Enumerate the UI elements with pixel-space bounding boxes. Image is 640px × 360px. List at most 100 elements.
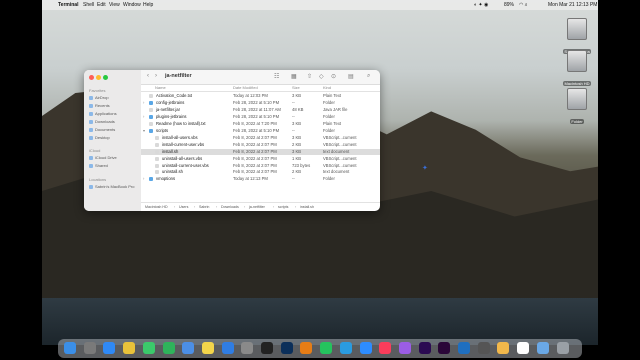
menu-app-name[interactable]: Terminal bbox=[58, 0, 78, 10]
path-separator-icon: › bbox=[295, 205, 297, 209]
desktop: Terminal Shell Edit View Window Help ◐ ✦… bbox=[42, 0, 598, 345]
drive-icon bbox=[567, 18, 587, 40]
disclosure-triangle-icon[interactable]: ▾ bbox=[143, 128, 145, 134]
view-options-icon[interactable]: ☷ bbox=[274, 73, 279, 80]
telegram-icon[interactable] bbox=[339, 342, 352, 354]
file-date: Feb 8, 2022 at 2:07 PM bbox=[233, 134, 277, 140]
sidebar-item-label: Documents bbox=[95, 127, 116, 132]
more-icon[interactable]: ⊙ bbox=[331, 73, 336, 80]
file-kind: VBScript...cument bbox=[323, 141, 357, 147]
photos-icon[interactable] bbox=[497, 342, 510, 354]
path-segment[interactable]: scripts bbox=[278, 203, 288, 211]
vscode-icon[interactable] bbox=[458, 342, 470, 354]
disclosure-triangle-icon[interactable]: › bbox=[143, 100, 144, 106]
system-preferences-icon[interactable] bbox=[241, 342, 254, 354]
mail-icon[interactable] bbox=[182, 342, 195, 354]
path-segment[interactable]: Users bbox=[179, 203, 188, 211]
file-icon bbox=[155, 142, 159, 147]
file-row[interactable]: uninstall-all-users.vbs Feb 8, 2022 at 2:… bbox=[141, 156, 380, 162]
file-row[interactable]: Readme (how to install).txt Feb 8, 2022 a… bbox=[141, 121, 380, 127]
file-row[interactable]: install.sh Feb 8, 2022 at 2:07 PM 3 KB text… bbox=[141, 148, 380, 155]
path-separator-icon: › bbox=[273, 205, 275, 209]
column-kind[interactable]: Kind bbox=[323, 85, 331, 90]
share-icon[interactable]: ⇧ bbox=[307, 73, 312, 80]
ae-icon[interactable] bbox=[418, 342, 431, 354]
column-date[interactable]: Date Modified bbox=[233, 85, 258, 90]
messages-icon[interactable] bbox=[142, 342, 155, 354]
sidebar-item-airdrop[interactable]: AirDrop bbox=[89, 95, 109, 100]
menu-window[interactable]: Window bbox=[123, 0, 141, 10]
wifi-icon[interactable]: ◠ ⌕ bbox=[519, 0, 528, 10]
sidebar-item-shared[interactable]: Shared bbox=[89, 163, 108, 168]
path-segment[interactable]: Macintosh HD bbox=[145, 203, 168, 211]
sidebar-item-label: AirDrop bbox=[95, 95, 109, 100]
folder-row[interactable]: › vmoptions Today at 12:13 PM -- Folder bbox=[141, 176, 380, 182]
tag-icon[interactable]: ◇ bbox=[319, 73, 324, 80]
appstore-icon[interactable] bbox=[221, 342, 234, 354]
disclosure-triangle-icon[interactable]: › bbox=[143, 114, 144, 120]
sidebar-item-icloud-drive[interactable]: iCloud Drive bbox=[89, 155, 117, 160]
trash-icon[interactable] bbox=[556, 342, 569, 354]
facetime-icon[interactable] bbox=[162, 342, 175, 354]
path-segment[interactable]: install.sh bbox=[300, 203, 314, 211]
sidebar-item-applications[interactable]: Applications bbox=[89, 111, 117, 116]
file-row[interactable]: install-current-user.vbs Feb 8, 2022 at 2… bbox=[141, 142, 380, 148]
finder-icon[interactable] bbox=[64, 342, 76, 354]
sidebar-item-documents[interactable]: Documents bbox=[89, 127, 115, 132]
forward-icon[interactable]: › bbox=[155, 73, 157, 79]
file-row[interactable]: Activation_Code.txt Today at 12:03 PM 3 KB… bbox=[141, 93, 380, 99]
folder-row[interactable]: › config-jetbrains Feb 28, 2022 at 5:10 PM… bbox=[141, 100, 380, 106]
control-center-icon[interactable]: ◐ ✦ ◉ bbox=[474, 0, 488, 10]
file-row[interactable]: uninstall-current-user.vbs Feb 8, 2022 at… bbox=[141, 163, 380, 169]
desktop-icon-folder[interactable]: Folder bbox=[563, 88, 591, 128]
sidebar-item-recents[interactable]: Recents bbox=[89, 103, 110, 108]
folder-icon[interactable] bbox=[536, 342, 549, 354]
folder-row[interactable]: ▾ scripts Feb 28, 2022 at 5:10 PM -- Folder bbox=[141, 128, 380, 134]
photoshop-icon[interactable] bbox=[280, 342, 293, 354]
zoom-icon[interactable] bbox=[359, 342, 372, 354]
folder-row[interactable]: › plugins-jetbrains Feb 28, 2022 at 5:10 P… bbox=[141, 114, 380, 120]
path-segment[interactable]: ja-netfilter bbox=[249, 203, 265, 211]
file-size: 723 bytes bbox=[292, 162, 311, 168]
activity-icon[interactable] bbox=[477, 342, 490, 354]
disclosure-triangle-icon[interactable]: › bbox=[143, 176, 144, 182]
group-icon[interactable]: ▦ bbox=[291, 73, 297, 80]
music-icon[interactable] bbox=[379, 342, 392, 354]
sidebar-item-desktop[interactable]: Desktop bbox=[89, 135, 110, 140]
download-icon bbox=[89, 119, 93, 124]
whatsapp-icon[interactable] bbox=[320, 342, 333, 354]
sidebar-item-downloads[interactable]: Downloads bbox=[89, 119, 115, 124]
terminal-icon[interactable] bbox=[261, 342, 273, 354]
menu-view[interactable]: View bbox=[109, 0, 120, 10]
podcasts-icon[interactable] bbox=[398, 342, 411, 354]
search-icon[interactable]: ⌕ bbox=[367, 73, 370, 80]
back-icon[interactable]: ‹ bbox=[147, 73, 149, 79]
file-row[interactable]: uninstall.sh Feb 8, 2022 at 2:07 PM 2 KB te… bbox=[141, 169, 380, 175]
menu-datetime[interactable]: Mon Mar 21 12:13 PM bbox=[548, 0, 597, 10]
menu-help[interactable]: Help bbox=[143, 0, 153, 10]
file-name: vmoptions bbox=[156, 176, 176, 182]
minimize-button[interactable] bbox=[96, 75, 101, 80]
chrome-icon[interactable] bbox=[123, 342, 136, 354]
sidebar-item-macbook[interactable]: Sabrin's MacBook Pro bbox=[89, 184, 134, 189]
calendar-icon[interactable] bbox=[517, 342, 530, 354]
pr-icon[interactable] bbox=[438, 342, 451, 354]
menu-shell[interactable]: Shell bbox=[83, 0, 94, 10]
column-name[interactable]: Name bbox=[155, 85, 166, 90]
sort-icon[interactable]: ▤ bbox=[348, 73, 354, 80]
battery-percent[interactable]: 89% bbox=[504, 0, 514, 10]
menu-edit[interactable]: Edit bbox=[97, 0, 106, 10]
column-size[interactable]: Size bbox=[292, 85, 300, 90]
hard-drive-icon bbox=[567, 50, 587, 72]
launchpad-icon[interactable] bbox=[83, 342, 96, 354]
path-segment[interactable]: Downloads bbox=[221, 203, 239, 211]
file-row[interactable]: install-all-users.vbs Feb 8, 2022 at 2:07… bbox=[141, 135, 380, 141]
vlc-icon[interactable] bbox=[300, 342, 313, 354]
path-segment[interactable]: Sabrin bbox=[199, 203, 209, 211]
file-row[interactable]: ja-netfilter.jar Feb 28, 2022 at 11:07 AM… bbox=[141, 107, 380, 113]
zoom-button[interactable] bbox=[103, 75, 108, 80]
safari-icon[interactable] bbox=[103, 342, 116, 354]
notes-icon[interactable] bbox=[201, 342, 214, 354]
close-button[interactable] bbox=[89, 75, 94, 80]
desktop-icon-hd[interactable]: Macintosh HD bbox=[563, 50, 591, 90]
